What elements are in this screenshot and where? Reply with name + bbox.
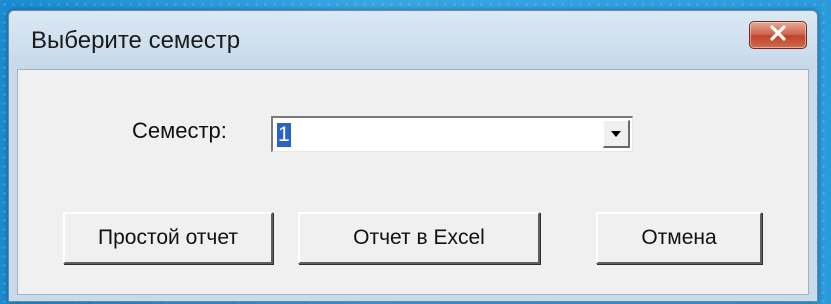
semester-dropdown-button[interactable]: [603, 120, 630, 148]
dialog-body: Семестр: 1 Простой отчет Отчет в Excel О…: [17, 69, 809, 295]
title-bar[interactable]: Выберите семестр: [9, 11, 817, 69]
cancel-button[interactable]: Отмена: [596, 212, 762, 264]
chevron-down-icon: [610, 125, 622, 143]
semester-label: Семестр:: [132, 118, 227, 143]
close-button[interactable]: [749, 21, 807, 49]
excel-report-button[interactable]: Отчет в Excel: [298, 212, 540, 264]
simple-report-button[interactable]: Простой отчет: [63, 212, 273, 264]
dialog-window: Выберите семестр Семестр: 1 Простой отче…: [8, 10, 818, 302]
close-icon: [768, 24, 788, 46]
semester-select[interactable]: 1: [271, 116, 633, 152]
semester-select-value: 1: [277, 123, 291, 147]
window-title: Выберите семестр: [31, 27, 241, 54]
